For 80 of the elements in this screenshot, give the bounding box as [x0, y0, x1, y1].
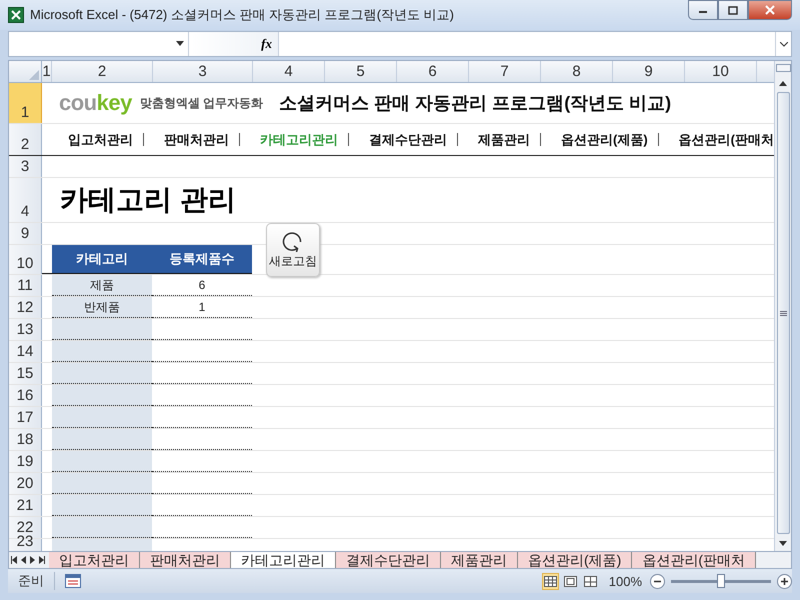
- sheet-tab[interactable]: 옵션관리(판매처: [632, 552, 756, 568]
- row-header[interactable]: 21: [9, 495, 42, 516]
- row-header[interactable]: 17: [9, 407, 42, 428]
- nav-link[interactable]: 옵션관리(제품): [541, 130, 658, 148]
- table-cell: 1: [152, 297, 252, 318]
- right-arrow-icon[interactable]: [29, 555, 36, 565]
- close-button[interactable]: [748, 0, 792, 20]
- nav-link[interactable]: 판매처관리: [144, 130, 239, 148]
- plus-icon: [780, 576, 789, 586]
- row-header[interactable]: 13: [9, 319, 42, 340]
- column-header[interactable]: 2: [52, 61, 153, 82]
- up-arrow-icon: [779, 80, 787, 86]
- table-cell: 6: [152, 275, 252, 296]
- sheet-tab[interactable]: 제품관리: [441, 552, 518, 568]
- column-header[interactable]: 8: [541, 61, 613, 82]
- zoom-slider-thumb[interactable]: [717, 574, 725, 588]
- sheet-tab[interactable]: 옵션관리(제품): [518, 552, 632, 568]
- row-header[interactable]: 12: [9, 297, 42, 318]
- sheet-title: 소셜커머스 판매 자동관리 프로그램(작년도 비교): [279, 92, 672, 115]
- brand-logo: coukey: [59, 90, 132, 116]
- view-icon: [564, 576, 577, 586]
- table-cell: 반제품: [52, 297, 152, 318]
- page-heading: 카테고리 관리: [60, 183, 236, 217]
- zoom-level: 100%: [608, 574, 642, 588]
- nav-link[interactable]: 입고처관리: [48, 130, 143, 148]
- nav-link[interactable]: 제품관리: [458, 130, 540, 148]
- row-header[interactable]: 18: [9, 429, 42, 450]
- row-header[interactable]: 11: [9, 275, 42, 296]
- table-header: 등록제품수: [152, 245, 252, 273]
- row-header[interactable]: 14: [9, 341, 42, 362]
- sheet-tab[interactable]: 입고처관리: [49, 552, 140, 568]
- column-header[interactable]: 3: [153, 61, 253, 82]
- row-header[interactable]: 9: [9, 223, 42, 244]
- row-header[interactable]: 1: [9, 83, 42, 123]
- table-icon[interactable]: [65, 574, 81, 588]
- sheet-tab[interactable]: 결제수단관리: [336, 552, 441, 568]
- scrollbar-thumb[interactable]: [776, 92, 790, 534]
- column-header[interactable]: 10: [685, 61, 757, 82]
- left-arrow-icon[interactable]: [11, 555, 18, 565]
- nav-link[interactable]: 결제수단관리: [349, 130, 457, 148]
- excel-icon: [8, 7, 24, 23]
- close-icon: [765, 5, 775, 15]
- table-cell: 제품: [52, 275, 152, 296]
- grip-icon: [780, 310, 786, 316]
- sheet-tab[interactable]: 카테고리관리: [231, 552, 336, 568]
- down-arrow-icon: [779, 540, 787, 546]
- row-header[interactable]: 19: [9, 451, 42, 472]
- minimize-button[interactable]: [688, 0, 718, 20]
- column-header[interactable]: 6: [397, 61, 469, 82]
- column-header[interactable]: 5: [325, 61, 397, 82]
- zoom-in-button[interactable]: [777, 574, 792, 588]
- restore-button[interactable]: [718, 0, 748, 20]
- row-header[interactable]: 4: [9, 178, 42, 222]
- row-header[interactable]: 2: [9, 124, 42, 155]
- window-title: Microsoft Excel - (5472) 소셜커머스 판매 자동관리 프로그램(작년도 비교): [30, 6, 455, 24]
- sheet-tab[interactable]: 판매처관리: [140, 552, 231, 568]
- column-header[interactable]: 7: [469, 61, 541, 82]
- row-header[interactable]: 10: [9, 245, 42, 274]
- right-arrow-icon[interactable]: [38, 555, 45, 565]
- view-icon: [584, 576, 597, 586]
- refresh-icon: [282, 230, 304, 252]
- column-header[interactable]: 4: [253, 61, 325, 82]
- zoom-out-button[interactable]: [650, 574, 665, 588]
- row-header[interactable]: 16: [9, 385, 42, 406]
- brand-tagline: 맞춤형엑셀 업무자동화: [140, 94, 264, 112]
- corner-triangle-icon: [29, 70, 39, 80]
- status-text: 준비: [8, 572, 55, 590]
- row-header[interactable]: 15: [9, 363, 42, 384]
- nav-link[interactable]: 카테고리관리: [240, 130, 348, 148]
- column-header[interactable]: 9: [613, 61, 685, 82]
- table-header: 카테고리: [52, 245, 152, 273]
- nav-link[interactable]: 옵션관리(판매처: [658, 130, 774, 148]
- normal-view-button[interactable]: [542, 572, 559, 590]
- restore-icon: [728, 6, 738, 14]
- column-header[interactable]: 1: [42, 61, 52, 82]
- row-header[interactable]: 3: [9, 156, 42, 177]
- row-header[interactable]: 20: [9, 473, 42, 494]
- left-arrow-icon[interactable]: [20, 555, 27, 565]
- view-icon: [544, 576, 557, 586]
- refresh-button[interactable]: 새로고침: [266, 223, 320, 277]
